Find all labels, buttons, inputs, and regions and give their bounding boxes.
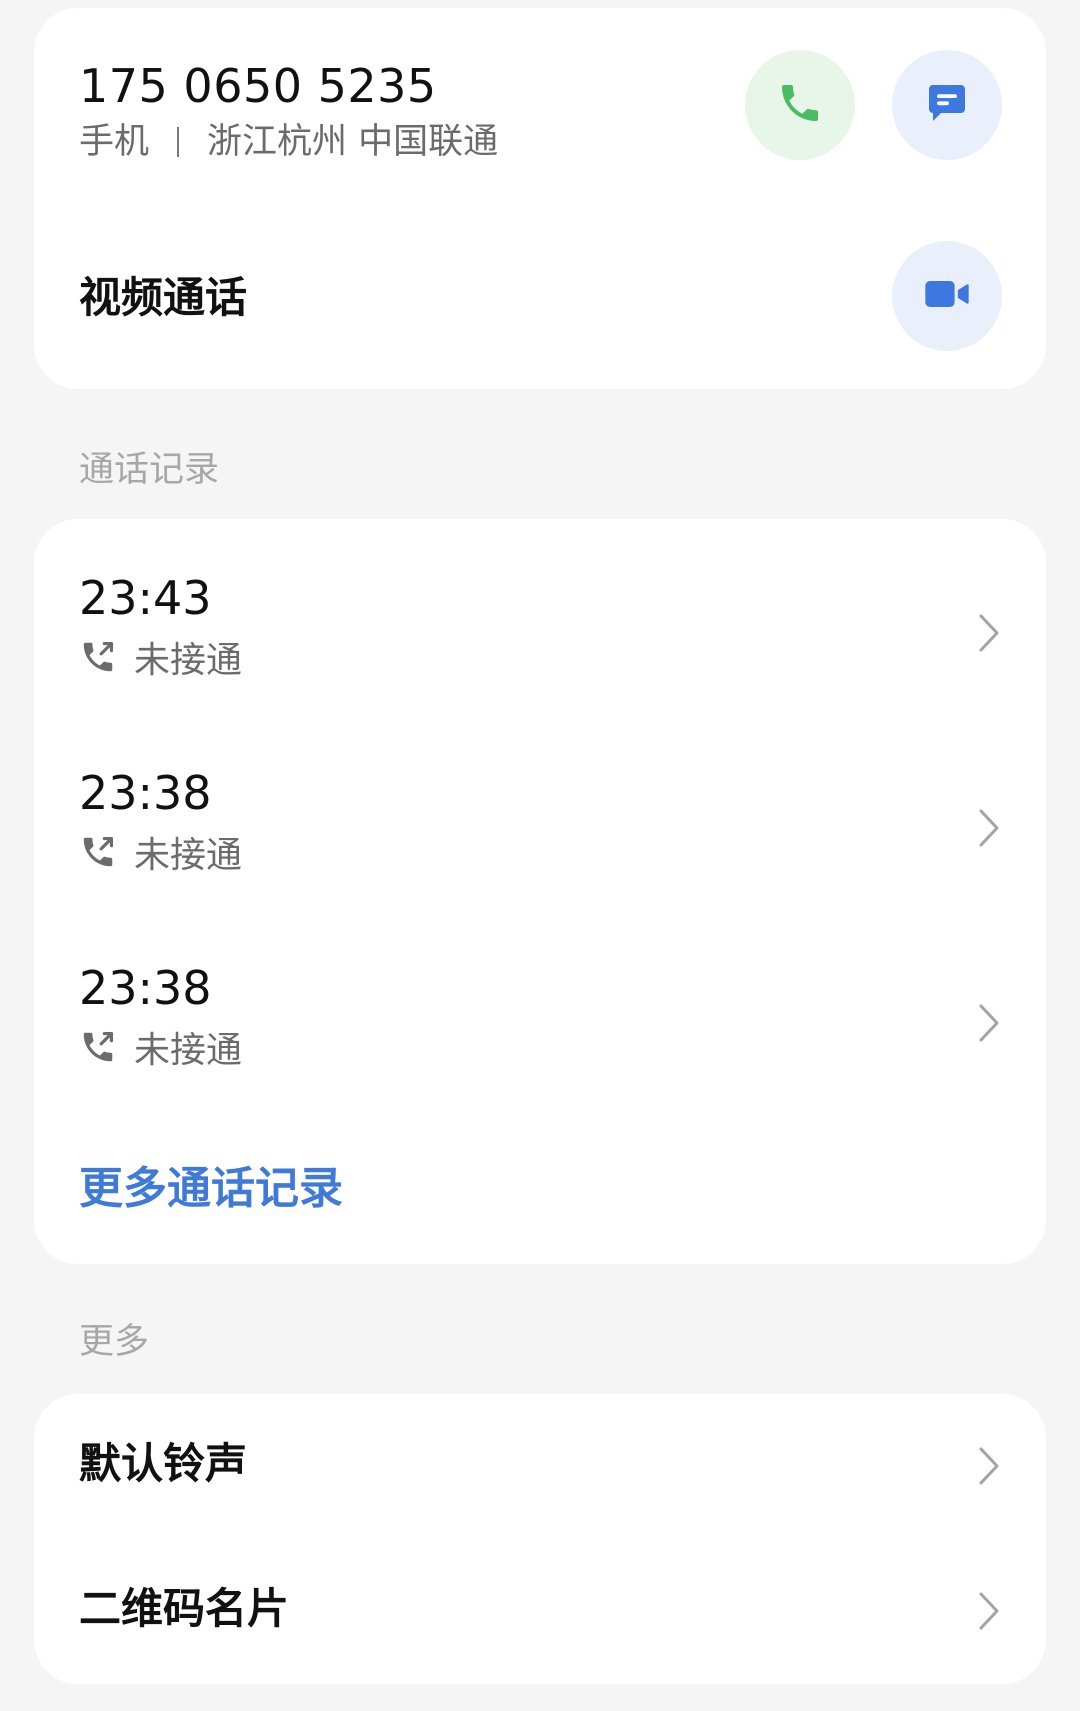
phone-icon [776,79,824,131]
chevron-right-icon [976,1444,1002,1488]
call-history-section-label: 通话记录 [79,450,220,490]
default-ringtone-item[interactable]: 默认铃声 [34,1394,1046,1539]
contact-card: 175 0650 5235 手机 浙江杭州 中国联通 视频通话 [34,8,1046,389]
chevron-right-icon [976,806,1002,850]
message-button[interactable] [892,50,1002,160]
phone-details: 手机 浙江杭州 中国联通 [79,118,498,166]
more-card: 默认铃声 二维码名片 [34,1394,1046,1684]
call-history-card: 23:43 未接通 23:38 未接通 23:38 未接通 更多通话记录 [34,519,1046,1264]
phone-number: 175 0650 5235 [79,59,437,113]
chevron-right-icon [976,1001,1002,1045]
message-icon [923,79,971,131]
call-status: 未接通 [79,828,242,876]
outgoing-call-icon [79,1028,117,1066]
call-time: 23:43 [79,571,212,625]
call-status-text: 未接通 [134,1030,243,1071]
chevron-right-icon [976,611,1002,655]
call-status: 未接通 [79,1023,242,1071]
location-carrier: 浙江杭州 中国联通 [207,122,499,162]
call-status: 未接通 [79,633,242,681]
call-button[interactable] [745,50,855,160]
call-status-text: 未接通 [134,835,243,876]
call-time: 23:38 [79,961,212,1015]
call-time: 23:38 [79,766,212,820]
phone-type: 手机 [79,122,150,162]
default-ringtone-label: 默认铃声 [79,1439,248,1488]
video-call-button[interactable] [892,241,1002,351]
qr-code-card-item[interactable]: 二维码名片 [34,1539,1046,1684]
more-call-history-link[interactable]: 更多通话记录 [79,1159,343,1219]
call-log-row[interactable]: 23:38 未接通 [34,762,1046,912]
call-status-text: 未接通 [134,640,243,681]
outgoing-call-icon [79,638,117,676]
qr-code-card-label: 二维码名片 [79,1584,290,1633]
video-camera-icon [921,268,973,324]
separator [177,127,180,157]
call-log-row[interactable]: 23:38 未接通 [34,957,1046,1107]
chevron-right-icon [976,1589,1002,1633]
outgoing-call-icon [79,833,117,871]
more-section-label: 更多 [79,1322,150,1362]
video-call-label: 视频通话 [79,273,248,322]
call-log-row[interactable]: 23:43 未接通 [34,567,1046,717]
